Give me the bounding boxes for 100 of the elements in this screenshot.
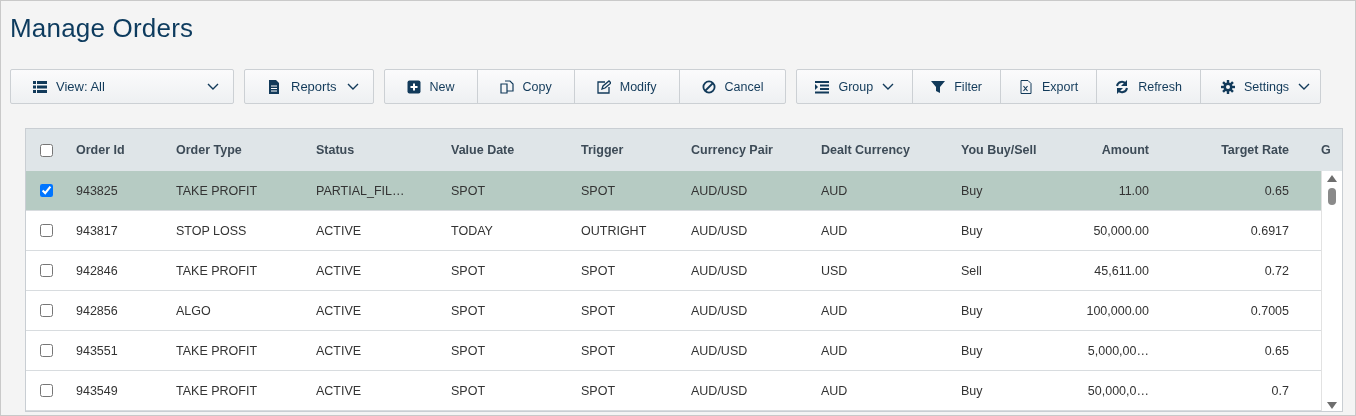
list-icon: [33, 79, 47, 94]
row-checkbox[interactable]: [39, 384, 53, 397]
copy-icon: [499, 79, 514, 94]
row-checkbox[interactable]: [39, 304, 53, 317]
table-cell-text: SPOT: [581, 263, 617, 278]
table-cell-text: AUD: [821, 303, 849, 318]
row-checkbox[interactable]: [39, 264, 53, 277]
table-cell-text: 943549: [76, 383, 119, 398]
table-cell-text: AUD/USD: [691, 343, 749, 358]
table-cell-text: SPOT: [581, 383, 617, 398]
column-header[interactable]: Dealt Currency: [821, 143, 961, 157]
spreadsheet-icon: [1019, 79, 1033, 94]
toolbar-button[interactable]: Reports: [245, 70, 373, 103]
column-header[interactable]: Value Date: [451, 143, 581, 157]
table-row[interactable]: 943549 TAKE PROFIT ACTIVE SPOT SPOT AUD/USD AUD Buy 50,000,0… 0.7: [26, 371, 1321, 411]
table-cell-text: 0.6917: [1249, 223, 1290, 238]
table-cell-text: TODAY: [451, 223, 494, 238]
table-cell-text: SPOT: [581, 343, 617, 358]
table-row[interactable]: 943817 STOP LOSS ACTIVE TODAY OUTRIGHT AUD/USD AUD Buy 50,000.00 0.6917: [26, 211, 1321, 251]
table-cell-text: OUTRIGHT: [581, 223, 648, 238]
ban-icon: [701, 79, 716, 94]
row-checkbox[interactable]: [39, 184, 53, 197]
document-icon: [267, 79, 281, 94]
table-row[interactable]: 942856 ALGO ACTIVE SPOT SPOT AUD/USD AUD Buy 100,000.00 0.7005: [26, 291, 1321, 331]
page-title: Manage Orders: [9, 12, 195, 45]
table-cell-text: SPOT: [451, 183, 487, 198]
table-cell-text: Buy: [961, 183, 984, 198]
table-cell-text: 0.65: [1263, 343, 1290, 358]
table-cell-text: ACTIVE: [316, 263, 363, 278]
column-header[interactable]: You Buy/Sell: [961, 143, 1051, 157]
table-cell-text: 943817: [76, 223, 119, 238]
table-row[interactable]: 943825 TAKE PROFIT PARTIAL_FIL… SPOT SPOT AUD/USD AUD Buy 11.00 0.65: [26, 171, 1321, 211]
toolbar-button[interactable]: Modify: [573, 70, 679, 103]
column-header[interactable]: Target Rate: [1164, 143, 1296, 157]
toolbar-button[interactable]: Cancel: [678, 70, 786, 103]
table-cell-text: 45,611.00: [1093, 263, 1150, 278]
table-cell-text: ACTIVE: [316, 303, 363, 318]
toolbar-button[interactable]: Refresh: [1096, 70, 1200, 103]
table-cell-text: 943551: [76, 343, 119, 358]
toolbar-button[interactable]: New: [384, 70, 477, 103]
table-row[interactable]: 942846 TAKE PROFIT ACTIVE SPOT SPOT AUD/USD USD Sell 45,611.00 0.72: [26, 251, 1321, 291]
table-cell-text: 0.7: [1270, 383, 1290, 398]
table-cell-text: Buy: [961, 223, 984, 238]
table-cell-text: Buy: [961, 303, 984, 318]
table-row[interactable]: 943551 TAKE PROFIT ACTIVE SPOT SPOT AUD/USD AUD Buy 5,000,00… 0.65: [26, 331, 1321, 371]
column-header[interactable]: Order Type: [176, 143, 316, 157]
toolbar-button[interactable]: Copy: [476, 70, 574, 103]
funnel-icon: [931, 79, 946, 94]
table-cell-text: AUD: [821, 343, 849, 358]
scroll-down-icon[interactable]: [1327, 402, 1337, 409]
table-cell-text: Buy: [961, 383, 984, 398]
refresh-icon: [1115, 79, 1130, 94]
table-cell-text: ACTIVE: [316, 383, 363, 398]
table-cell-text: TAKE PROFIT: [176, 343, 259, 358]
toolbar-button[interactable]: View: All: [11, 70, 233, 103]
toolbar-button[interactable]: Export: [1000, 70, 1097, 103]
column-header[interactable]: Amount: [1051, 143, 1164, 157]
table-cell-text: Sell: [961, 263, 983, 278]
table-cell-text: PARTIAL_FIL…: [316, 183, 406, 198]
table-cell-text: 5,000,00…: [1086, 343, 1150, 358]
table-cell-text: 0.65: [1263, 183, 1290, 198]
table-cell-text: 942846: [76, 263, 119, 278]
table-cell-text: TAKE PROFIT: [176, 183, 259, 198]
table-cell-text: AUD/USD: [691, 263, 749, 278]
table-cell-text: AUD: [821, 223, 849, 238]
table-cell-text: 100,000.00: [1085, 303, 1150, 318]
scroll-thumb[interactable]: [1328, 188, 1336, 205]
select-all-checkbox[interactable]: [39, 143, 53, 157]
table-cell-text: 942856: [76, 303, 119, 318]
table-cell-text: AUD/USD: [691, 183, 749, 198]
edit-icon: [596, 79, 611, 94]
row-checkbox[interactable]: [39, 344, 53, 357]
toolbar-button[interactable]: Group: [797, 70, 913, 103]
table-cell-text: ALGO: [176, 303, 212, 318]
table-cell-text: SPOT: [451, 383, 487, 398]
plus-icon: [406, 79, 421, 94]
scroll-up-icon[interactable]: [1327, 175, 1337, 182]
table-cell-text: ACTIVE: [316, 343, 363, 358]
row-checkbox[interactable]: [39, 224, 53, 237]
table-cell-text: AUD: [821, 383, 849, 398]
column-header[interactable]: G: [1296, 143, 1332, 157]
table-cell-text: TAKE PROFIT: [176, 383, 259, 398]
table-cell-text: AUD/USD: [691, 303, 749, 318]
table-cell-text: AUD/USD: [691, 223, 749, 238]
table-cell-text: STOP LOSS: [176, 223, 248, 238]
column-header[interactable]: Currency Pair: [691, 143, 821, 157]
column-header[interactable]: Status: [316, 143, 451, 157]
table-cell-text: AUD: [821, 183, 849, 198]
table-cell-text: 11.00: [1117, 183, 1150, 198]
table-cell-text: Buy: [961, 343, 984, 358]
table-cell-text: TAKE PROFIT: [176, 263, 259, 278]
table-cell-text: ACTIVE: [316, 223, 363, 238]
table-cell-text: SPOT: [451, 303, 487, 318]
table-cell-text: 0.7005: [1249, 303, 1290, 318]
toolbar-button[interactable]: Settings: [1199, 70, 1321, 103]
column-header[interactable]: Trigger: [581, 143, 691, 157]
toolbar-button[interactable]: Filter: [912, 70, 1000, 103]
column-header[interactable]: Order Id: [76, 143, 176, 157]
table-cell-text: SPOT: [451, 343, 487, 358]
table-cell-text: SPOT: [451, 263, 487, 278]
